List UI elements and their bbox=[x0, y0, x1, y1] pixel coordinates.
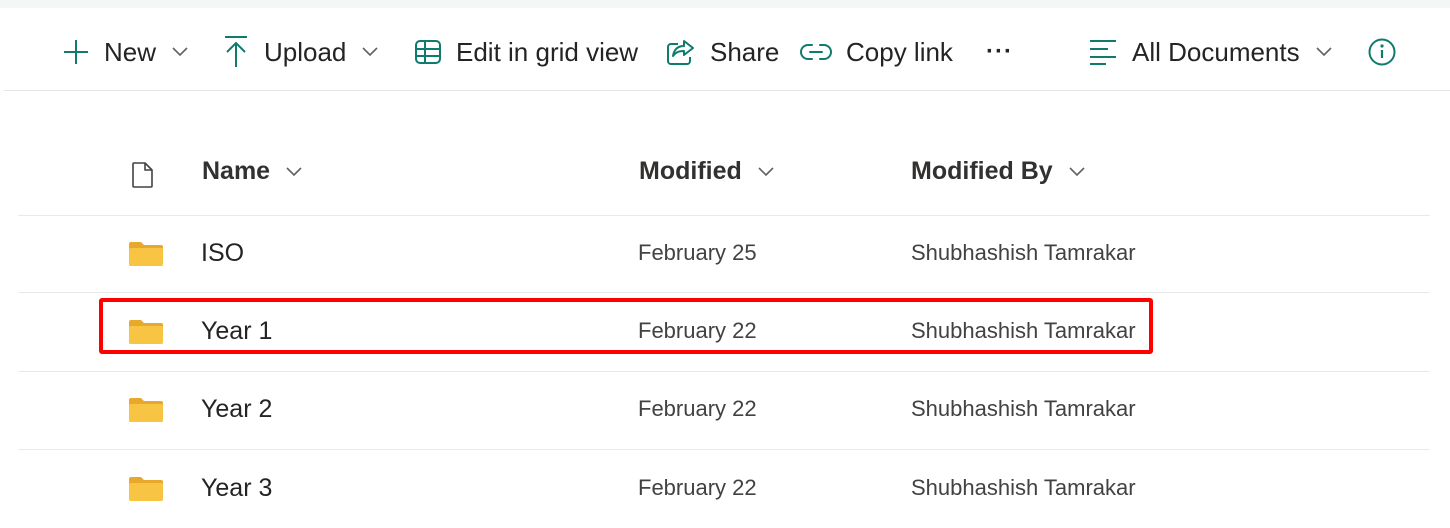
row-modified: February 25 bbox=[638, 240, 757, 265]
row-name[interactable]: Year 3 bbox=[201, 474, 272, 503]
row-name[interactable]: Year 2 bbox=[201, 395, 272, 424]
chevron-down-icon bbox=[758, 166, 774, 177]
view-selector-label: All Documents bbox=[1132, 36, 1300, 67]
plus-icon bbox=[62, 38, 90, 66]
table-row[interactable]: Year 2 February 22 Shubhashish Tamrakar bbox=[18, 371, 1430, 449]
row-name[interactable]: ISO bbox=[201, 239, 244, 268]
row-modified-by: Shubhashish Tamrakar bbox=[911, 475, 1136, 500]
upload-icon bbox=[222, 35, 250, 69]
more-icon: ··· bbox=[986, 38, 1013, 65]
link-icon bbox=[800, 42, 832, 62]
share-button-label: Share bbox=[710, 36, 780, 67]
grid-icon bbox=[414, 38, 442, 66]
upload-button[interactable]: Upload bbox=[222, 32, 378, 72]
row-modified: February 22 bbox=[638, 475, 757, 500]
row-modified: February 22 bbox=[638, 318, 757, 343]
upload-button-label: Upload bbox=[264, 36, 347, 67]
column-header-modified[interactable]: Modified bbox=[639, 157, 774, 186]
column-header-modified-by-label: Modified By bbox=[911, 157, 1053, 185]
view-selector[interactable]: All Documents bbox=[1088, 32, 1332, 72]
file-type-icon[interactable] bbox=[131, 161, 155, 194]
share-button[interactable]: Share bbox=[666, 32, 779, 72]
row-modified-by: Shubhashish Tamrakar bbox=[911, 318, 1136, 343]
new-button-label: New bbox=[104, 36, 157, 67]
share-icon bbox=[666, 38, 696, 66]
chevron-down-icon bbox=[1069, 166, 1085, 177]
view-list-icon bbox=[1088, 38, 1118, 66]
list-header: Name Modified Modified By bbox=[18, 135, 1430, 215]
column-header-modified-label: Modified bbox=[639, 157, 742, 185]
folder-icon bbox=[128, 476, 164, 507]
row-modified-by: Shubhashish Tamrakar bbox=[911, 396, 1136, 421]
table-row[interactable]: Year 1 February 22 Shubhashish Tamrakar bbox=[18, 293, 1430, 371]
more-options-button[interactable]: ··· bbox=[986, 32, 1013, 72]
row-modified: February 22 bbox=[638, 396, 757, 421]
row-name[interactable]: Year 1 bbox=[201, 317, 272, 346]
chevron-down-icon bbox=[286, 166, 302, 177]
chevron-down-icon bbox=[172, 47, 188, 57]
table-row[interactable]: Year 3 February 22 Shubhashish Tamrakar bbox=[18, 450, 1430, 528]
column-header-modified-by[interactable]: Modified By bbox=[911, 157, 1085, 186]
chevron-down-icon bbox=[362, 47, 378, 57]
folder-icon bbox=[128, 319, 164, 350]
command-bar-divider bbox=[4, 90, 1450, 91]
info-button[interactable] bbox=[1367, 32, 1397, 72]
edit-grid-view-button[interactable]: Edit in grid view bbox=[414, 32, 638, 72]
command-bar: New Upload Edit in grid view Share Copy … bbox=[0, 14, 1450, 90]
table-row[interactable]: ISO February 25 Shubhashish Tamrakar bbox=[18, 215, 1430, 293]
column-header-name[interactable]: Name bbox=[202, 157, 302, 186]
edit-grid-view-label: Edit in grid view bbox=[456, 36, 639, 67]
folder-icon bbox=[128, 241, 164, 272]
new-button[interactable]: New bbox=[62, 32, 188, 72]
row-modified-by: Shubhashish Tamrakar bbox=[911, 240, 1136, 265]
copy-link-label: Copy link bbox=[846, 36, 953, 67]
top-edge bbox=[0, 0, 1450, 8]
info-icon bbox=[1367, 37, 1397, 67]
column-header-name-label: Name bbox=[202, 157, 271, 185]
folder-icon bbox=[128, 397, 164, 428]
chevron-down-icon bbox=[1316, 47, 1332, 57]
copy-link-button[interactable]: Copy link bbox=[800, 32, 953, 72]
